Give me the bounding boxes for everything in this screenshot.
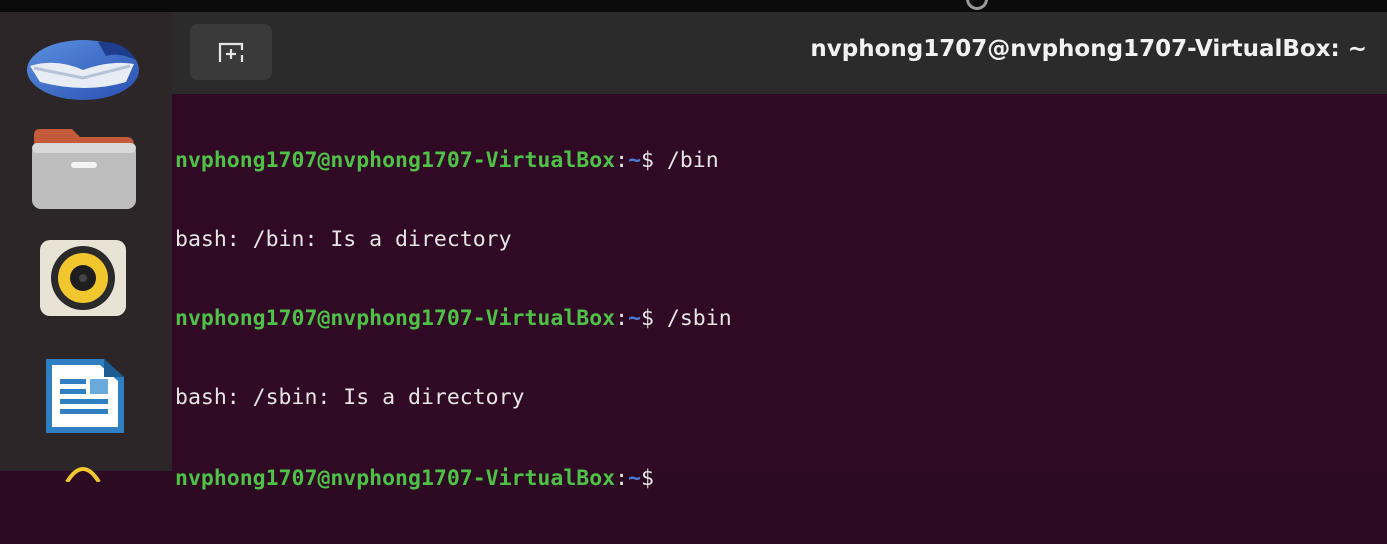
output-text: bash: /sbin: Is a directory xyxy=(175,385,525,411)
terminal-line: nvphong1707@nvphong1707-VirtualBox:~$ xyxy=(175,465,732,491)
prompt-path: ~ xyxy=(628,306,642,332)
new-tab-icon xyxy=(218,42,244,62)
files-icon xyxy=(32,129,136,209)
prompt-symbol: $ xyxy=(641,306,654,332)
terminal-line: nvphong1707@nvphong1707-VirtualBox:~$ /s… xyxy=(175,306,732,332)
libreoffice-writer-icon xyxy=(46,359,124,433)
terminal-line: bash: /bin: Is a directory xyxy=(175,227,732,253)
terminal-line: nvphong1707@nvphong1707-VirtualBox:~$ /b… xyxy=(175,148,732,174)
dock-item-thunderbird[interactable] xyxy=(26,30,140,100)
prompt-path: ~ xyxy=(628,147,642,173)
prompt-user: nvphong1707@nvphong1707-VirtualBox xyxy=(175,465,616,491)
prompt-user: nvphong1707@nvphong1707-VirtualBox xyxy=(175,306,616,332)
prompt-path: ~ xyxy=(628,465,642,491)
prompt-colon: : xyxy=(615,306,629,332)
thunderbird-icon xyxy=(27,40,139,100)
terminal-headerbar: nvphong1707@nvphong1707-VirtualBox: ~ xyxy=(172,12,1387,94)
output-text: bash: /bin: Is a directory xyxy=(175,227,512,253)
terminal-line: bash: /sbin: Is a directory xyxy=(175,385,732,411)
app-icon xyxy=(65,467,101,482)
dock-item-files[interactable] xyxy=(26,125,140,211)
dock-item-partial[interactable] xyxy=(26,462,140,502)
prompt-symbol: $ xyxy=(641,147,654,173)
prompt-colon: : xyxy=(615,465,629,491)
dock-item-libreoffice-writer[interactable] xyxy=(26,355,140,447)
terminal-output: nvphong1707@nvphong1707-VirtualBox:~$ /b… xyxy=(175,95,732,544)
new-tab-button[interactable] xyxy=(190,24,272,80)
terminal-view[interactable]: nvphong1707@nvphong1707-VirtualBox:~$ /b… xyxy=(172,94,1387,491)
prompt-symbol: $ xyxy=(641,465,654,491)
command-text: /sbin xyxy=(653,306,732,332)
command-text: /bin xyxy=(653,147,719,173)
rhythmbox-icon xyxy=(40,240,126,316)
system-indicator-icon[interactable] xyxy=(966,0,988,10)
prompt-colon: : xyxy=(615,147,629,173)
top-panel xyxy=(0,0,1387,12)
dock-item-rhythmbox[interactable] xyxy=(26,238,140,330)
window-title: nvphong1707@nvphong1707-VirtualBox: ~ xyxy=(810,36,1367,62)
terminal-cursor xyxy=(654,465,664,485)
prompt-user: nvphong1707@nvphong1707-VirtualBox xyxy=(175,147,616,173)
dock xyxy=(0,12,172,482)
